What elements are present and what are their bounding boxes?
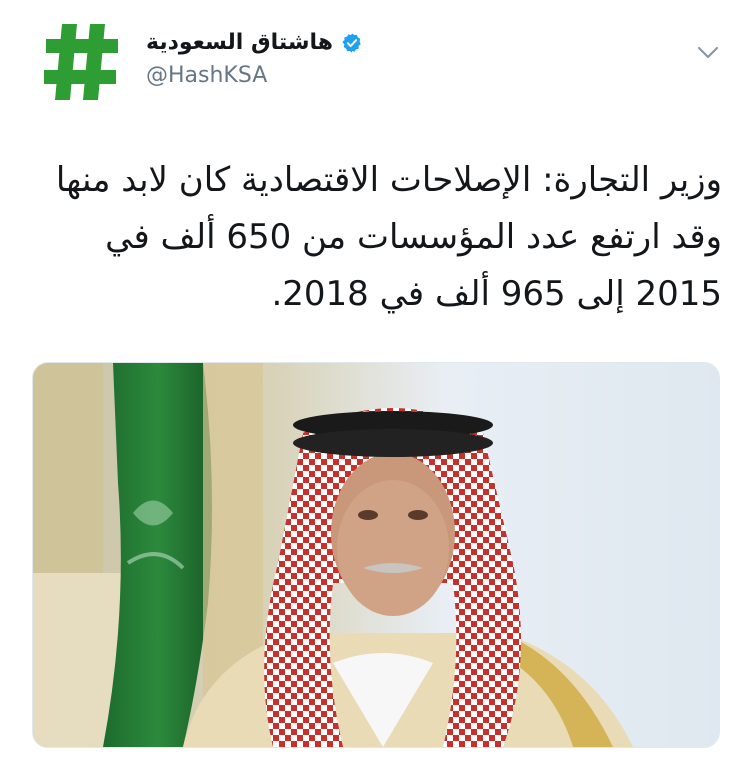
portrait-image: [33, 363, 719, 747]
tweet-card: هاشتاق السعودية @HashKSA وزير التجارة: ا…: [0, 0, 749, 766]
tweet-text: وزير التجارة: الإصلاحات الاقتصادية كان ل…: [55, 160, 722, 314]
display-name[interactable]: هاشتاق السعودية: [146, 30, 333, 55]
chevron-down-icon[interactable]: [694, 38, 722, 66]
hashtag-logo-icon: [44, 24, 118, 100]
tweet-author: هاشتاق السعودية @HashKSA: [146, 30, 506, 88]
profile-avatar[interactable]: [44, 24, 120, 100]
tweet-photo[interactable]: [32, 362, 720, 748]
verified-badge-icon: [342, 32, 361, 53]
user-handle[interactable]: @HashKSA: [146, 63, 506, 88]
